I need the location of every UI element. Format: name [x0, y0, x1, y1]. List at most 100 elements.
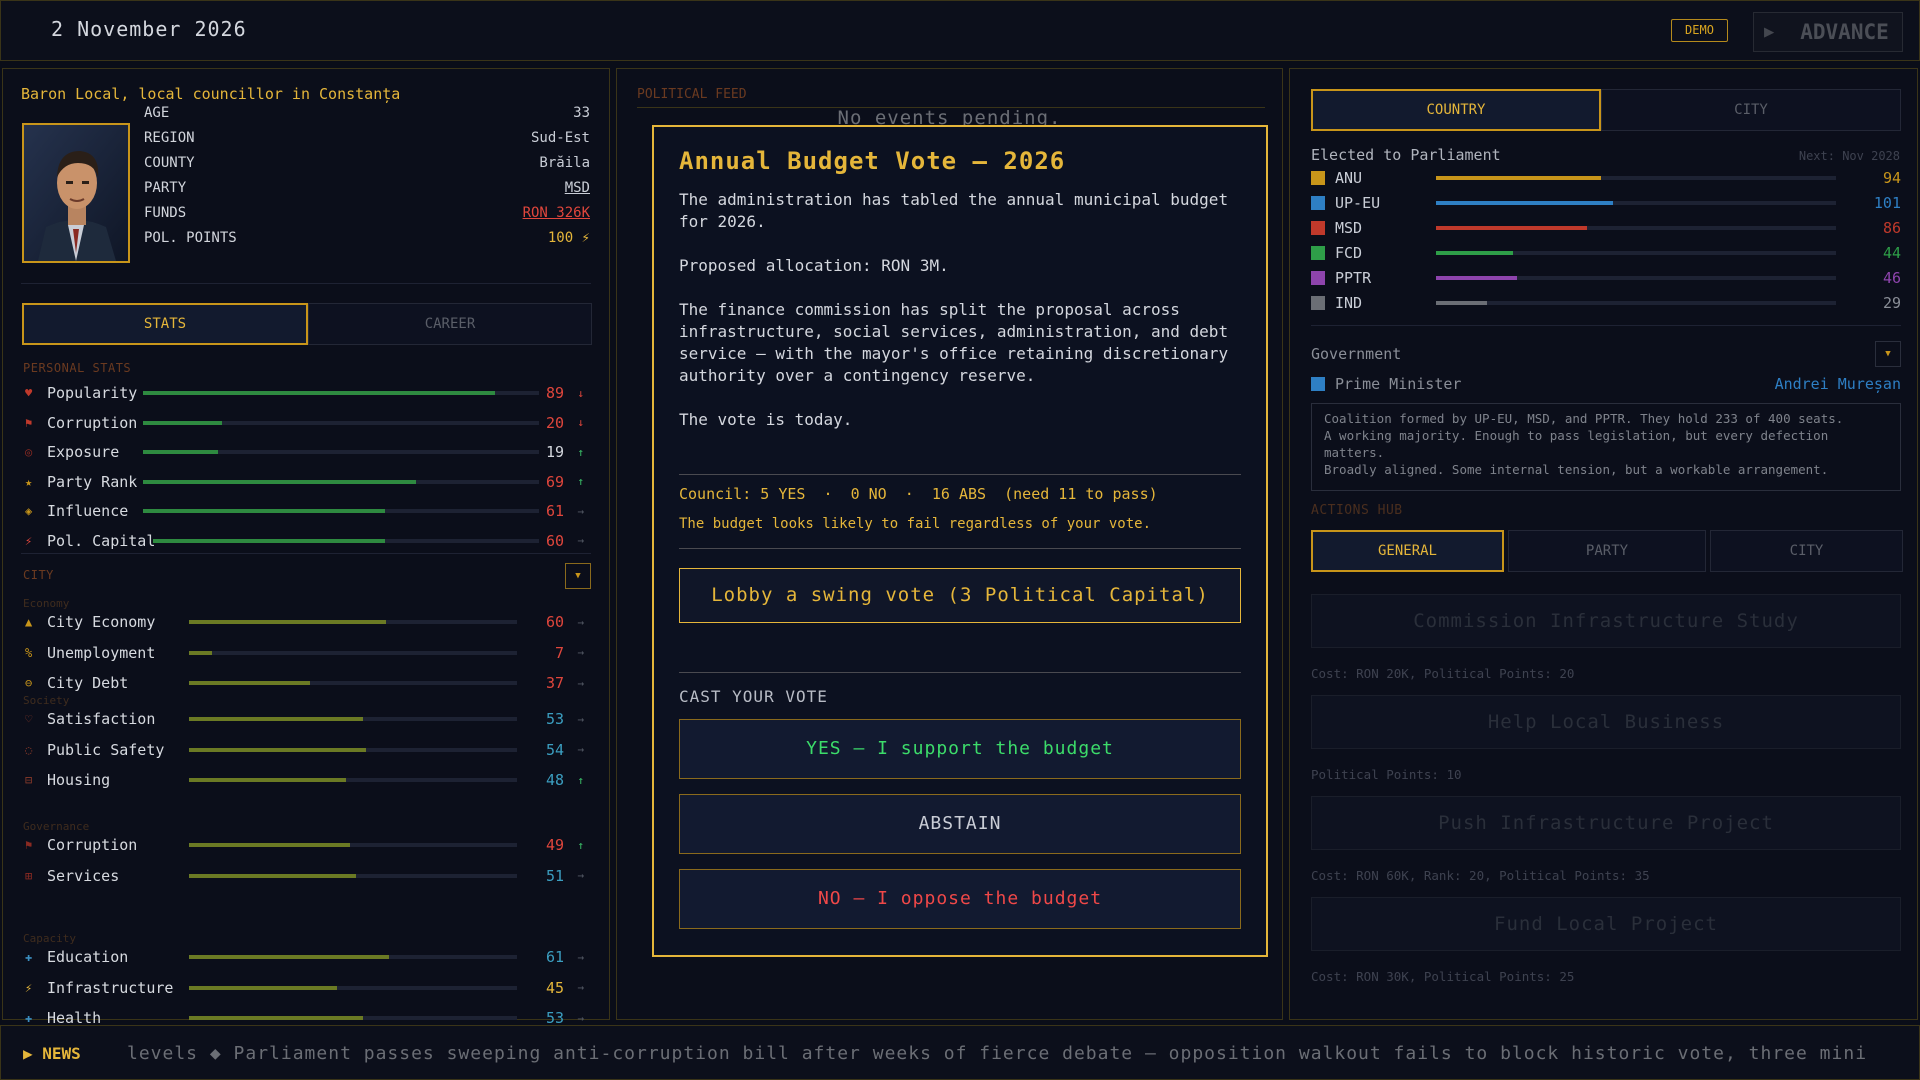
action-fund-project-button[interactable]: Fund Local Project — [1311, 897, 1901, 951]
city-stat-icon: ⊞ — [25, 868, 33, 883]
party-row-up-eu[interactable]: UP-EU 101 — [1311, 192, 1901, 214]
vote-yes-button[interactable]: YES — I support the budget — [679, 719, 1241, 779]
city-stat-city-economy[interactable]: ▲ City Economy 60 → — [25, 611, 590, 633]
character-portrait — [22, 123, 130, 263]
action-push-infrastructure-button[interactable]: Push Infrastructure Project — [1311, 796, 1901, 850]
action-cost: Cost: RON 20K, Political Points: 20 — [1311, 666, 1575, 681]
trend-arrow-icon: ↓ — [577, 386, 584, 400]
tab-actions-party[interactable]: PARTY — [1508, 530, 1706, 572]
party-seat-bar — [1436, 251, 1836, 255]
trend-arrow-icon: → — [577, 950, 584, 964]
party-row-pptr[interactable]: PPTR 46 — [1311, 267, 1901, 289]
city-stat-city-debt[interactable]: ⊖ City Debt 37 → — [25, 672, 590, 694]
action-help-business-button[interactable]: Help Local Business — [1311, 695, 1901, 749]
stat-bar — [143, 450, 539, 454]
city-stat-icon: ◌ — [25, 742, 33, 757]
vote-prediction: The budget looks likely to fail regardle… — [679, 516, 1152, 532]
trend-arrow-icon: → — [577, 869, 584, 882]
stat-name: Corruption — [47, 836, 138, 854]
city-stat-icon: ✚ — [25, 1011, 33, 1025]
city-stat-satisfaction[interactable]: ♡ Satisfaction 53 → — [25, 708, 590, 730]
party-seat-count: 101 — [1873, 194, 1901, 212]
political-feed-panel: POLITICAL FEED No events pending. Annual… — [616, 68, 1283, 1020]
stat-name: City Economy — [47, 613, 156, 631]
city-stat-icon: ⊖ — [25, 676, 33, 690]
stat-value: 45 — [545, 978, 564, 997]
vote-no-button[interactable]: NO — I oppose the budget — [679, 869, 1241, 929]
city-group-label: Economy — [23, 597, 70, 610]
party-name: UP-EU — [1335, 194, 1381, 212]
city-stat-corruption[interactable]: ⚑ Corruption 49 ↑ — [25, 834, 590, 856]
stat-value: 60 — [545, 531, 564, 550]
personal-stat-popularity[interactable]: ♥ Popularity 89 ↓ — [25, 382, 590, 404]
political-feed-label: POLITICAL FEED — [637, 87, 747, 102]
stat-value: 61 — [545, 502, 564, 520]
stat-value: 53 — [545, 710, 564, 728]
personal-stat-influence[interactable]: ◈ Influence 61 → — [25, 500, 590, 522]
personal-stat-pol-capital[interactable]: ⚡ Pol. Capital 60 → — [25, 530, 590, 552]
heart-icon: ♥ — [25, 386, 33, 400]
advance-label: ADVANCE — [1800, 20, 1889, 44]
council-tally: Council: 5 YES · 0 NO · 16 ABS (need 11 … — [679, 485, 1158, 503]
stat-name: Unemployment — [47, 643, 156, 662]
info-region: REGION Sud-Est — [144, 130, 590, 146]
info-party[interactable]: PARTY MSD — [144, 180, 590, 202]
party-row-anu[interactable]: ANU 94 — [1311, 167, 1901, 189]
vote-abstain-button[interactable]: ABSTAIN — [679, 794, 1241, 854]
city-stat-housing[interactable]: ⊟ Housing 48 ↑ — [25, 769, 590, 791]
trend-arrow-icon: ↑ — [577, 445, 584, 459]
stat-bar — [189, 747, 517, 752]
news-ticker: ▶ NEWS levels ◆ Parliament passes sweepi… — [0, 1025, 1920, 1080]
bolt-icon: ⚡ — [25, 533, 33, 548]
info-funds[interactable]: FUNDS RON 326K — [144, 205, 590, 227]
advance-button[interactable]: ▶ ADVANCE — [1753, 12, 1903, 52]
party-row-ind[interactable]: IND 29 — [1311, 292, 1901, 314]
stat-value: 69 — [545, 472, 564, 491]
stat-bar — [143, 509, 539, 513]
stat-name: Housing — [47, 771, 111, 789]
party-row-msd[interactable]: MSD 86 — [1311, 217, 1901, 239]
action-cost: Cost: RON 60K, Rank: 20, Political Point… — [1311, 868, 1650, 883]
cast-vote-label: CAST YOUR VOTE — [679, 687, 828, 706]
stat-name: Education — [47, 948, 129, 966]
stat-bar — [189, 955, 517, 959]
government-collapse-toggle[interactable]: ▼ — [1875, 341, 1901, 367]
city-stat-public-safety[interactable]: ◌ Public Safety 54 → — [25, 739, 590, 761]
news-ticker-text: levels ◆ Parliament passes sweeping anti… — [127, 1043, 1868, 1064]
stat-bar — [143, 391, 539, 395]
party-row-fcd[interactable]: FCD 44 — [1311, 242, 1901, 264]
personal-stat-corruption[interactable]: ⚑ Corruption 20 ↓ — [25, 412, 590, 434]
tab-city[interactable]: CITY — [1601, 89, 1901, 131]
stat-name: Services — [47, 866, 120, 885]
party-seat-bar — [1436, 276, 1836, 280]
prime-minister-name[interactable]: Andrei Mureșan — [1775, 375, 1901, 393]
stat-value: 48 — [545, 771, 564, 789]
city-stat-icon: ⚑ — [25, 838, 33, 852]
city-group-label: Society — [23, 694, 70, 707]
stat-bar — [189, 650, 517, 655]
trend-arrow-icon: → — [577, 504, 584, 518]
personal-stat-exposure[interactable]: ◎ Exposure 19 ↑ — [25, 441, 590, 463]
trend-arrow-icon: ↓ — [577, 416, 584, 429]
tab-career[interactable]: CAREER — [308, 303, 592, 345]
city-stat-services[interactable]: ⊞ Services 51 → — [25, 865, 590, 887]
city-stat-unemployment[interactable]: % Unemployment 7 → — [25, 642, 590, 664]
tab-actions-general[interactable]: GENERAL — [1311, 530, 1504, 572]
city-collapse-toggle[interactable]: ▼ — [565, 563, 591, 589]
tab-stats[interactable]: STATS — [22, 303, 308, 345]
personal-stat-party-rank[interactable]: ★ Party Rank 69 ↑ — [25, 471, 590, 493]
star-icon: ★ — [25, 474, 33, 489]
city-group-label: Governance — [23, 820, 90, 833]
party-name: IND — [1335, 294, 1363, 312]
city-stat-icon: ▲ — [25, 615, 33, 629]
city-stat-infrastructure[interactable]: ⚡ Infrastructure 45 → — [25, 977, 590, 999]
tab-country[interactable]: COUNTRY — [1311, 89, 1601, 131]
stat-name: Party Rank — [47, 472, 138, 491]
stat-name: City Debt — [47, 674, 129, 692]
lobby-swing-vote-button[interactable]: Lobby a swing vote (3 Political Capital) — [679, 568, 1241, 623]
stat-bar — [189, 620, 517, 624]
tab-actions-city[interactable]: CITY — [1710, 530, 1903, 572]
budget-vote-modal: Annual Budget Vote — 2026 The administra… — [652, 125, 1268, 957]
city-stat-education[interactable]: ✚ Education 61 → — [25, 946, 590, 968]
action-commission-study-button[interactable]: Commission Infrastructure Study — [1311, 594, 1901, 648]
